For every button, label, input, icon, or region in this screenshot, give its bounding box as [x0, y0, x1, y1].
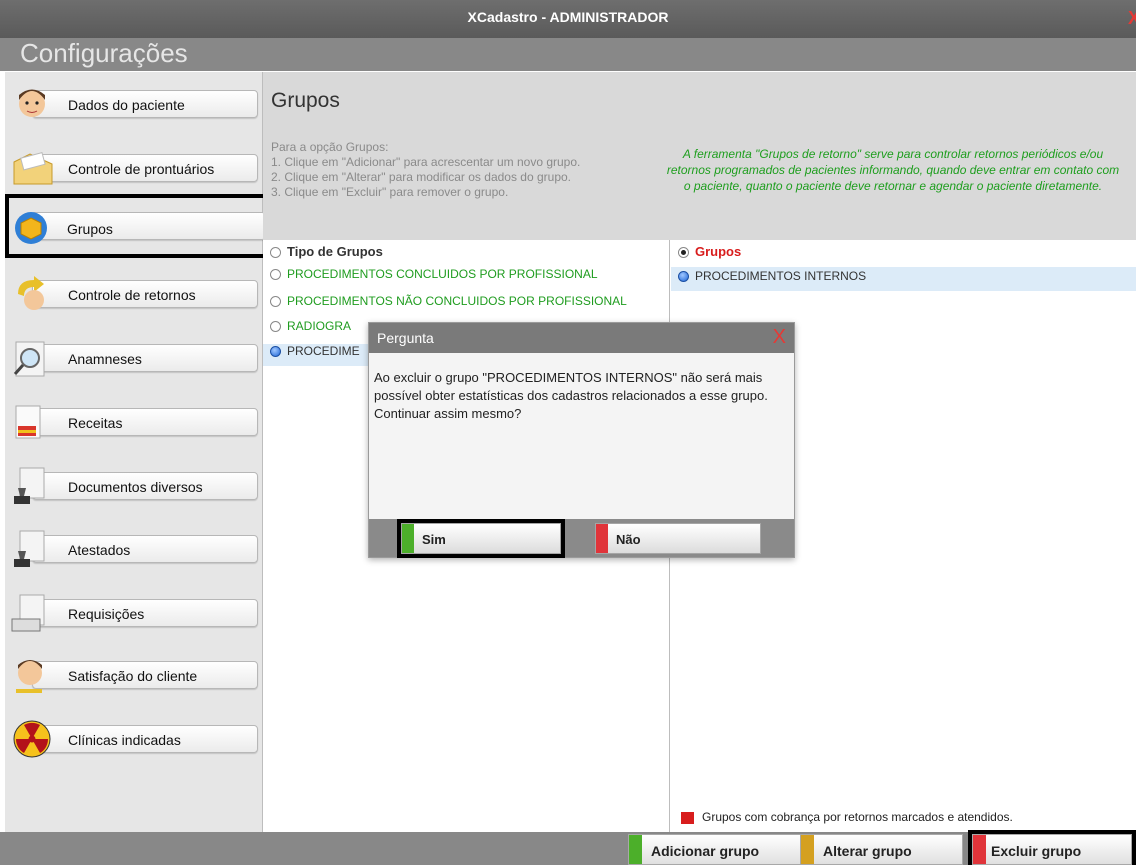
- sidebar-item-label: Clínicas indicadas: [68, 732, 181, 748]
- person-icon: [16, 660, 42, 693]
- dialog-title: Pergunta: [377, 330, 434, 346]
- sidebar-item-label: Receitas: [68, 415, 123, 431]
- list-item[interactable]: PROCEDIMENTOS NÃO CONCLUIDOS POR PROFISS…: [263, 294, 627, 316]
- sidebar-item-label: Atestados: [68, 542, 131, 558]
- sidebar-item-anamneses[interactable]: Anamneses: [10, 338, 258, 377]
- section-header: Grupos Para a opção Grupos: 1. Clique em…: [263, 72, 1136, 240]
- sidebar-item-controle-de-retornos[interactable]: Controle de retornos: [10, 274, 258, 311]
- sidebar-item-atestados[interactable]: Atestados: [10, 529, 258, 567]
- prescription-icon: [15, 405, 41, 439]
- list-item-label: PROCEDIMENTOS INTERNOS: [695, 269, 867, 283]
- sidebar-item-satisfacao-do-cliente[interactable]: Satisfação do cliente: [10, 655, 258, 693]
- footer-toolbar: Adicionar grupo Alterar grupo Excluir gr…: [0, 830, 1136, 865]
- sidebar-item-dados-do-paciente[interactable]: Dados do paciente: [10, 84, 258, 121]
- list-item[interactable]: PROCEDIMENTOS CONCLUIDOS POR PROFISSIONA…: [263, 267, 598, 289]
- edit-group-button[interactable]: Alterar grupo: [800, 834, 963, 865]
- page-header: Configurações: [0, 38, 1136, 71]
- section-title: Grupos: [271, 89, 340, 112]
- radio-button[interactable]: [270, 321, 281, 333]
- add-group-button[interactable]: Adicionar grupo: [628, 834, 809, 865]
- sidebar: Dados do paciente Controle de prontuário…: [5, 72, 270, 832]
- stamp-icon: [14, 530, 45, 567]
- sidebar-item-label: Grupos: [67, 221, 113, 237]
- no-button[interactable]: Não: [595, 523, 761, 554]
- button-label: Excluir grupo: [991, 843, 1082, 859]
- sidebar-item-documentos-diversos[interactable]: Documentos diversos: [10, 466, 258, 504]
- radio-button[interactable]: [678, 271, 689, 283]
- confirm-dialog: Pergunta X Ao excluir o grupo "PROCEDIME…: [368, 322, 795, 558]
- delete-group-button[interactable]: Excluir grupo: [968, 830, 1136, 865]
- button-color-bar: [596, 524, 608, 553]
- radio-button[interactable]: [270, 346, 281, 358]
- list-item-label: PROCEDIME: [287, 344, 360, 358]
- button-label: Alterar grupo: [823, 843, 912, 859]
- cube-icon: [15, 212, 47, 244]
- close-icon[interactable]: X: [773, 326, 786, 349]
- radio-button[interactable]: [270, 247, 281, 259]
- doctor-avatar-icon: [19, 89, 45, 117]
- stamp-icon: [14, 467, 45, 504]
- folder-icon: [13, 151, 53, 185]
- sidebar-item-label: Controle de retornos: [68, 287, 196, 303]
- sidebar-button-bg: [32, 535, 258, 563]
- yes-button[interactable]: Sim: [397, 519, 565, 558]
- window-title: XCadastro - ADMINISTRADOR: [467, 9, 669, 25]
- button-color-bar: [629, 835, 642, 864]
- sidebar-item-label: Requisições: [68, 606, 145, 622]
- sidebar-item-label: Satisfação do cliente: [68, 668, 198, 684]
- list-item[interactable]: PROCEDIMENTOS INTERNOS: [671, 267, 1136, 291]
- radio-button[interactable]: [270, 296, 281, 308]
- close-icon[interactable]: X: [1128, 8, 1136, 29]
- radio-button[interactable]: [678, 247, 689, 259]
- list-header-label: Grupos: [695, 244, 742, 259]
- sidebar-item-label: Dados do paciente: [68, 97, 185, 113]
- instruction-line: 2. Clique em "Alterar" para modificar os…: [271, 170, 572, 184]
- button-label: Sim: [422, 532, 446, 547]
- sidebar-item-label: Controle de prontuários: [68, 161, 215, 177]
- sidebar-item-controle-de-prontuarios[interactable]: Controle de prontuários: [10, 148, 258, 185]
- legend: Grupos com cobrança por retornos marcado…: [681, 810, 1013, 824]
- document-icon: [11, 594, 45, 632]
- instruction-line: Para a opção Grupos:: [271, 140, 389, 154]
- button-color-bar: [801, 835, 814, 864]
- button-color-bar: [973, 835, 986, 864]
- list-header[interactable]: Grupos: [671, 244, 741, 266]
- list-header-label: Tipo de Grupos: [287, 244, 383, 259]
- list-item[interactable]: RADIOGRA: [263, 319, 351, 341]
- sidebar-item-requisicoes[interactable]: Requisições: [10, 593, 258, 632]
- sidebar-item-grupos[interactable]: Grupos: [5, 194, 270, 258]
- list-item-label: RADIOGRA: [287, 319, 352, 333]
- radio-button[interactable]: [270, 269, 281, 281]
- sidebar-item-clinicas-indicadas[interactable]: Clínicas indicadas: [10, 719, 258, 758]
- magnifier-icon: [13, 341, 45, 377]
- sidebar-button-bg: [32, 344, 258, 372]
- button-label: Adicionar grupo: [651, 843, 760, 859]
- list-item-label: PROCEDIMENTOS NÃO CONCLUIDOS POR PROFISS…: [287, 294, 627, 308]
- dialog-titlebar: Pergunta X: [369, 323, 794, 353]
- instruction-line: 1. Clique em "Adicionar" para acrescenta…: [271, 155, 581, 169]
- button-color-bar: [402, 524, 414, 553]
- sidebar-item-label: Documentos diversos: [68, 479, 203, 495]
- dialog-footer: Sim Não: [369, 519, 794, 558]
- list-header[interactable]: Tipo de Grupos: [263, 244, 383, 266]
- dialog-message: Ao excluir o grupo "PROCEDIMENTOS INTERN…: [374, 370, 768, 421]
- list-item-label: PROCEDIMENTOS CONCLUIDOS POR PROFISSIONA…: [287, 267, 598, 281]
- radiation-icon: [13, 720, 51, 758]
- legend-color-swatch: [681, 811, 694, 824]
- return-arrow-icon: [18, 276, 44, 310]
- info-text: A ferramenta "Grupos de retorno" serve p…: [666, 147, 1120, 193]
- instruction-line: 3. Clique em "Excluir" para remover o gr…: [271, 185, 509, 199]
- legend-text: Grupos com cobrança por retornos marcado…: [702, 810, 1013, 824]
- button-label: Não: [616, 532, 641, 547]
- page-title: Configurações: [20, 38, 188, 68]
- sidebar-item-label: Anamneses: [68, 351, 142, 367]
- sidebar-item-receitas[interactable]: Receitas: [10, 402, 258, 439]
- sidebar-button-bg: [32, 408, 258, 436]
- sidebar-button-bg: [32, 599, 258, 627]
- window-titlebar: XCadastro - ADMINISTRADOR X: [0, 0, 1136, 38]
- instructions: Para a opção Grupos: 1. Clique em "Adici…: [271, 140, 580, 200]
